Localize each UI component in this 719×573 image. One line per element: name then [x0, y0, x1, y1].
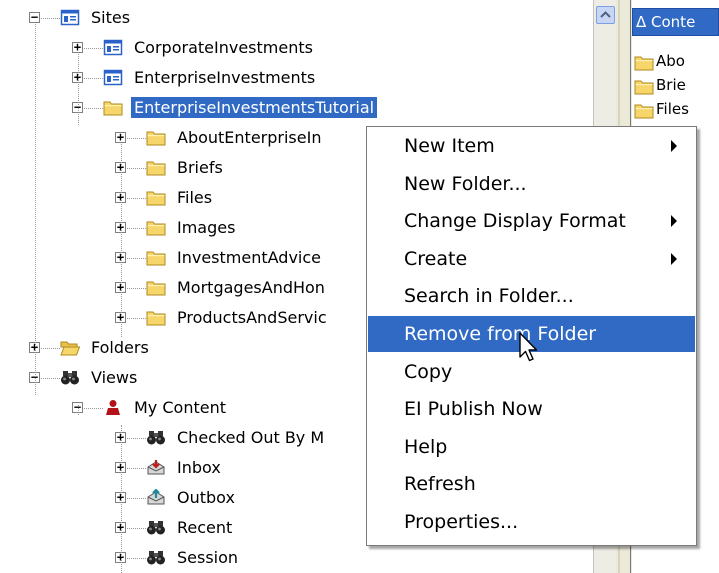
list-item-label: Abo [656, 52, 685, 70]
open-folder-icon [60, 339, 81, 356]
tree-node-label[interactable]: EnterpriseInvestmentsTutorial [131, 97, 378, 118]
chevron-up-icon [600, 11, 611, 18]
menu-item-label: Search in Folder... [404, 285, 574, 308]
expand-icon[interactable]: + [115, 131, 126, 143]
tree-node-label[interactable]: Checked Out By M [174, 427, 327, 448]
site-icon [60, 9, 80, 26]
menu-item-label: Create [404, 247, 468, 270]
tree-node-label[interactable]: AboutEnterpriseIn [174, 127, 324, 148]
mouse-cursor-icon [519, 332, 538, 362]
submenu-arrow-icon [671, 140, 677, 152]
tree-node-label[interactable]: Recent [174, 517, 235, 538]
tree-guide-line [78, 405, 79, 415]
folder-icon [634, 102, 654, 118]
folder-icon [146, 309, 166, 326]
menu-item-change-display-format[interactable]: Change Display Format [368, 203, 695, 239]
outbox-icon [146, 488, 166, 506]
scroll-up-button[interactable] [596, 6, 615, 24]
list-item[interactable]: Brie [632, 73, 686, 97]
folder-icon [146, 129, 166, 146]
folder-icon [146, 189, 166, 206]
tree-guide-line [121, 425, 122, 573]
menu-item-label: New Folder... [404, 172, 527, 195]
menu-item-new-item[interactable]: New Item [368, 128, 695, 164]
list-item-label: Brie [656, 76, 686, 94]
menu-item-label: Help [404, 435, 448, 458]
menu-item-ei-publish-now[interactable]: EI Publish Now [368, 391, 695, 427]
tree-guide-line [78, 54, 79, 125]
user-icon [103, 399, 123, 416]
inbox-icon [146, 459, 166, 476]
folder-icon [146, 249, 166, 266]
tree-node-label[interactable]: Images [174, 217, 238, 238]
binoculars-icon [146, 519, 166, 536]
tree-node-label[interactable]: Briefs [174, 157, 226, 178]
tree-node-label[interactable]: Sites [88, 7, 133, 28]
tree-node-label[interactable]: MortgagesAndHon [174, 277, 328, 298]
tree-node-label[interactable]: EnterpriseInvestments [131, 67, 318, 88]
folder-icon [103, 99, 123, 116]
menu-item-refresh[interactable]: Refresh [368, 466, 695, 502]
submenu-arrow-icon [671, 252, 677, 265]
list-item[interactable]: Abo [632, 49, 685, 73]
folder-icon [146, 159, 166, 176]
binoculars-icon [146, 429, 166, 446]
tree-node-label[interactable]: Outbox [174, 487, 238, 508]
list-item[interactable]: Files [632, 97, 689, 121]
tree-node-label[interactable]: Folders [88, 337, 152, 358]
tree-guide-line [121, 144, 122, 337]
menu-item-new-folder[interactable]: New Folder... [368, 166, 695, 202]
list-item-label: Files [656, 100, 689, 118]
site-icon [103, 39, 123, 56]
submenu-arrow-icon [671, 215, 677, 228]
tree-node-label[interactable]: Session [174, 547, 241, 568]
menu-item-label: Change Display Format [404, 210, 626, 233]
menu-item-label: EI Publish Now [404, 398, 543, 421]
folder-icon [634, 54, 654, 70]
list-column-header[interactable]: Δ Conte [632, 8, 719, 36]
menu-item-label: Refresh [404, 473, 476, 496]
tree-node-label[interactable]: Inbox [174, 457, 224, 478]
folder-icon [634, 78, 654, 94]
menu-item-search-in-folder[interactable]: Search in Folder... [368, 278, 695, 314]
menu-item-create[interactable]: Create [368, 241, 695, 277]
tree-node-label[interactable]: InvestmentAdvice [174, 247, 324, 268]
tree-node-label[interactable]: Views [88, 367, 140, 388]
collapse-icon[interactable]: − [29, 11, 40, 23]
folder-icon [146, 279, 166, 296]
site-icon [103, 69, 123, 86]
menu-item-label: Copy [404, 360, 453, 383]
menu-item-label: Properties... [404, 511, 519, 533]
tree-guide-line [35, 24, 36, 395]
tree-node-label[interactable]: Files [174, 187, 215, 208]
binoculars-icon [60, 369, 80, 386]
menu-item-label: New Item [404, 135, 495, 157]
binoculars-icon [146, 549, 166, 566]
expand-icon[interactable]: + [72, 41, 83, 53]
menu-item-help[interactable]: Help [368, 429, 695, 465]
menu-item-properties[interactable]: Properties... [368, 504, 695, 540]
tree-node-label[interactable]: My Content [131, 397, 229, 418]
tree-node-label[interactable]: ProductsAndServic [174, 307, 330, 328]
menu-item-label: Remove from Folder [404, 323, 597, 345]
tree-node-label[interactable]: CorporateInvestments [131, 37, 316, 58]
folder-icon [146, 219, 166, 236]
